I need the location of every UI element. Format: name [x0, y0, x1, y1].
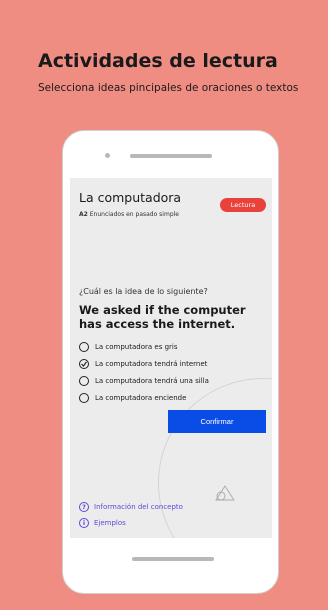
question-prompt: ¿Cuál es la idea de lo siguiente?: [79, 287, 208, 296]
category-badge: Lectura: [220, 198, 266, 212]
answer-options: La computadora es gris La computadora te…: [79, 338, 269, 406]
speaker-bar: [130, 154, 212, 158]
page-title: Actividades de lectura: [38, 50, 278, 72]
option-3[interactable]: La computadora enciende: [79, 389, 269, 406]
option-2[interactable]: La computadora tendrá una silla: [79, 372, 269, 389]
question-sentence: We asked if the computer has access the …: [79, 303, 246, 331]
examples-label: Ejemplos: [94, 519, 126, 527]
option-label: La computadora tendrá una silla: [95, 376, 209, 385]
level-code: A2: [79, 211, 88, 218]
examples-link[interactable]: i Ejemplos: [79, 515, 183, 531]
help-links: ? Información del concepto i Ejemplos: [79, 499, 183, 531]
decorative-shapes-icon: [215, 485, 235, 501]
option-1[interactable]: La computadora tendrá internet: [79, 355, 269, 372]
radio-unchecked-icon: [79, 341, 89, 352]
level-description: Enunciados en pasado simple: [89, 211, 179, 218]
option-label: La computadora es gris: [95, 342, 178, 351]
lesson-level: A2 Enunciados en pasado simple: [79, 211, 179, 218]
question-icon: ?: [79, 502, 89, 512]
info-icon: i: [79, 518, 89, 528]
confirm-button[interactable]: Confirmar: [168, 410, 266, 433]
camera-dot: [105, 153, 110, 158]
concept-info-label: Información del concepto: [94, 503, 183, 511]
radio-unchecked-icon: [79, 392, 89, 403]
app-screen: La computadora A2 Enunciados en pasado s…: [70, 178, 272, 538]
option-label: La computadora enciende: [95, 393, 187, 402]
option-0[interactable]: La computadora es gris: [79, 338, 269, 355]
page-subtitle: Selecciona ideas pincipales de oraciones…: [38, 82, 299, 94]
option-label: La computadora tendrá internet: [95, 359, 208, 368]
radio-unchecked-icon: [79, 375, 89, 386]
home-indicator: [132, 557, 214, 561]
lesson-title: La computadora: [79, 190, 182, 205]
radio-checked-icon: [79, 358, 89, 369]
concept-info-link[interactable]: ? Información del concepto: [79, 499, 183, 515]
phone-mockup: La computadora A2 Enunciados en pasado s…: [62, 130, 279, 594]
